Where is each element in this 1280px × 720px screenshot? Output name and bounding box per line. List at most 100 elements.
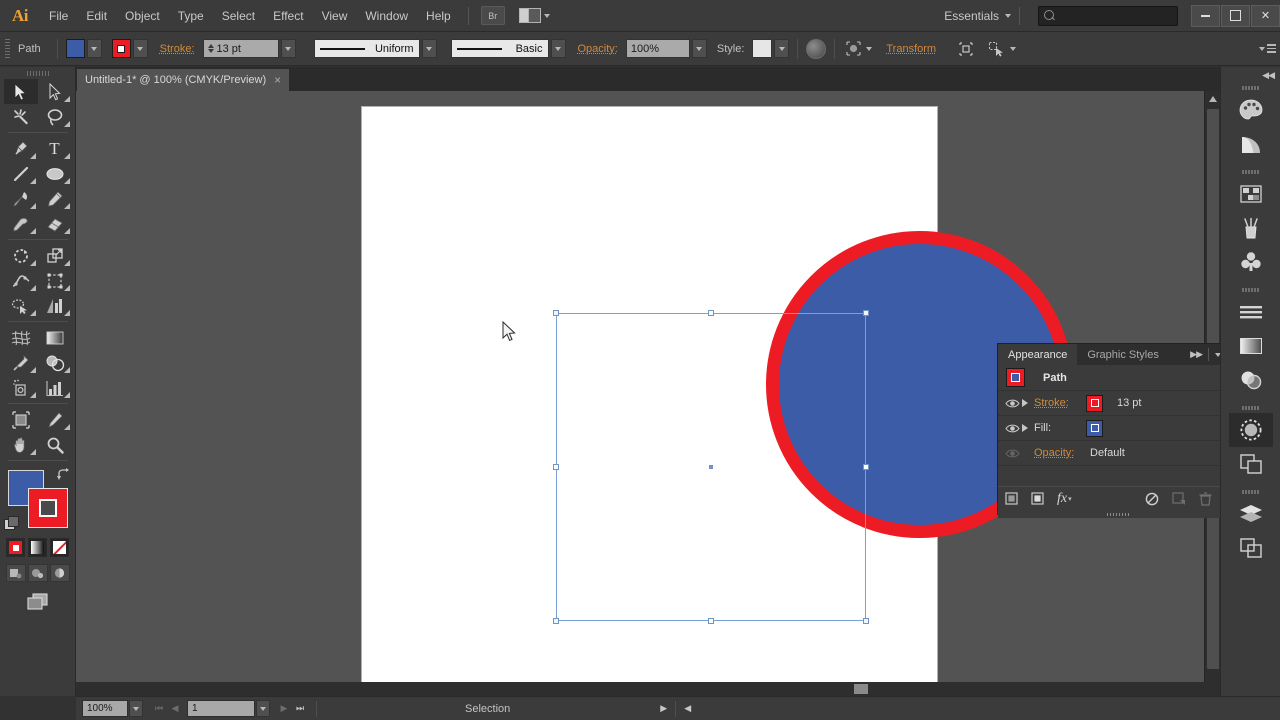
add-new-stroke-icon[interactable] xyxy=(1005,492,1018,505)
selection-handle-middle-right[interactable] xyxy=(863,464,869,470)
menu-item-view[interactable]: View xyxy=(313,0,357,32)
selection-handle-top-right[interactable] xyxy=(863,310,869,316)
isolate-chevron-down-icon[interactable] xyxy=(866,46,873,51)
opacity-field[interactable]: 100% xyxy=(625,39,690,58)
status-scroll-left-icon[interactable]: ◀ xyxy=(684,703,691,714)
swap-fill-stroke-icon[interactable] xyxy=(56,468,70,482)
color-mode-button[interactable] xyxy=(6,538,25,557)
tool-blob-brush[interactable] xyxy=(4,211,38,236)
tool-eyedropper[interactable] xyxy=(4,350,38,375)
stroke-panel-icon[interactable] xyxy=(1229,295,1273,329)
tools-panel-grip[interactable] xyxy=(0,67,75,79)
dock-collapse-row[interactable]: ◀◀ xyxy=(1221,67,1280,83)
fullscreen-menubar-mode-button[interactable] xyxy=(27,564,48,582)
selection-handle-bottom-center[interactable] xyxy=(708,618,714,624)
opacity-label[interactable]: Opacity: xyxy=(578,43,618,55)
close-button[interactable]: ✕ xyxy=(1251,4,1280,27)
dock-group-grip[interactable] xyxy=(1221,403,1280,413)
tool-rotate[interactable] xyxy=(4,243,38,268)
zoom-level-dropdown[interactable] xyxy=(129,700,143,717)
appearance-panel-resize-handle[interactable] xyxy=(998,510,1238,518)
none-mode-button[interactable] xyxy=(50,538,69,557)
zoom-level-field[interactable]: 100% xyxy=(82,700,128,717)
tool-line-segment[interactable] xyxy=(4,161,38,186)
appearance-row-opacity[interactable]: Opacity: Default xyxy=(998,441,1238,466)
fill-swatch-dropdown[interactable] xyxy=(86,39,102,58)
stroke-weight-field[interactable]: 13 pt xyxy=(202,39,279,58)
tool-gradient[interactable] xyxy=(38,325,72,350)
tool-mesh[interactable] xyxy=(4,325,38,350)
tool-ellipse[interactable] xyxy=(38,161,72,186)
tool-pen[interactable] xyxy=(4,136,38,161)
tool-selection[interactable] xyxy=(3,79,38,104)
close-icon[interactable]: × xyxy=(274,74,281,86)
stroke-profile-field[interactable]: Uniform xyxy=(313,39,420,58)
menu-item-type[interactable]: Type xyxy=(169,0,213,32)
tool-lasso[interactable] xyxy=(38,104,72,129)
search-input[interactable] xyxy=(1060,9,1170,22)
dock-group-grip[interactable] xyxy=(1221,285,1280,295)
tab-graphic-styles[interactable]: Graphic Styles xyxy=(1077,344,1169,365)
control-panel-menu-icon[interactable] xyxy=(1259,44,1276,53)
menu-item-edit[interactable]: Edit xyxy=(77,0,116,32)
transform-label[interactable]: Transform xyxy=(886,43,936,55)
brush-definition-dropdown[interactable] xyxy=(550,39,566,58)
appearance-stroke-label[interactable]: Stroke: xyxy=(1034,397,1076,409)
swatches-panel-icon[interactable] xyxy=(1229,177,1273,211)
workspace-chevron-down-icon[interactable] xyxy=(1005,13,1011,18)
dock-group-grip[interactable] xyxy=(1221,487,1280,497)
tool-direct-selection[interactable] xyxy=(38,79,72,104)
tool-paintbrush[interactable] xyxy=(4,186,38,211)
disclosure-triangle-icon[interactable] xyxy=(1022,424,1028,432)
tool-blend[interactable] xyxy=(38,350,72,375)
arrange-documents-button[interactable] xyxy=(518,8,550,23)
maximize-button[interactable] xyxy=(1221,4,1250,27)
transparency-panel-icon[interactable] xyxy=(1229,363,1273,397)
status-bar-text[interactable]: Selection xyxy=(465,703,510,715)
tool-column-graph[interactable] xyxy=(38,375,72,400)
normal-screen-mode-button[interactable] xyxy=(5,564,26,582)
previous-artboard-button[interactable]: ◀ xyxy=(167,700,183,717)
selection-handle-middle-left[interactable] xyxy=(553,464,559,470)
selection-handle-top-center[interactable] xyxy=(708,310,714,316)
recolor-artwork-icon[interactable] xyxy=(806,38,827,59)
select-similar-objects-icon[interactable] xyxy=(986,39,1006,59)
color-guide-panel-icon[interactable] xyxy=(1229,127,1273,161)
go-to-bridge-button[interactable]: Br xyxy=(480,6,505,25)
tool-artboard[interactable] xyxy=(4,407,38,432)
dock-group-grip[interactable] xyxy=(1221,83,1280,93)
search-box[interactable] xyxy=(1038,5,1178,26)
brushes-panel-icon[interactable] xyxy=(1229,211,1273,245)
collapse-panel-icon[interactable]: ▶▶ xyxy=(1190,349,1203,360)
minimize-button[interactable] xyxy=(1191,4,1220,27)
fill-color-swatch[interactable] xyxy=(1086,419,1103,437)
tool-eraser[interactable] xyxy=(38,211,72,236)
menu-item-object[interactable]: Object xyxy=(116,0,169,32)
opacity-dropdown[interactable] xyxy=(691,39,707,58)
artboard-number-field[interactable]: 1 xyxy=(187,700,255,717)
tool-magic-wand[interactable] xyxy=(4,104,38,129)
color-panel-icon[interactable] xyxy=(1229,93,1273,127)
visibility-toggle-icon[interactable] xyxy=(1002,441,1022,466)
appearance-row-fill[interactable]: Fill: xyxy=(998,416,1238,441)
selection-handle-top-left[interactable] xyxy=(553,310,559,316)
last-artboard-button[interactable]: ⏭ xyxy=(292,700,308,717)
status-menu-button[interactable]: ▶ xyxy=(660,703,667,714)
tool-type[interactable]: T xyxy=(38,136,72,161)
change-screen-mode-button[interactable] xyxy=(0,592,75,612)
symbols-panel-icon[interactable] xyxy=(1229,245,1273,279)
menu-item-help[interactable]: Help xyxy=(417,0,460,32)
tab-appearance[interactable]: Appearance xyxy=(998,344,1078,365)
gradient-panel-icon[interactable] xyxy=(1229,329,1273,363)
add-new-effect-icon[interactable]: fx ▾ xyxy=(1057,491,1072,507)
selection-handle-bottom-right[interactable] xyxy=(863,618,869,624)
appearance-row-stroke[interactable]: Stroke: 13 pt xyxy=(998,391,1238,416)
graphic-style-dropdown[interactable] xyxy=(774,39,790,58)
isolate-selected-object-icon[interactable] xyxy=(843,39,863,59)
layers-panel-icon[interactable] xyxy=(1229,497,1273,531)
visibility-toggle-icon[interactable] xyxy=(1002,391,1022,416)
appearance-object-row[interactable]: Path xyxy=(998,365,1238,391)
stroke-color-swatch[interactable] xyxy=(1086,394,1103,412)
add-new-fill-icon[interactable] xyxy=(1031,492,1044,505)
tool-perspective-grid[interactable] xyxy=(38,293,72,318)
